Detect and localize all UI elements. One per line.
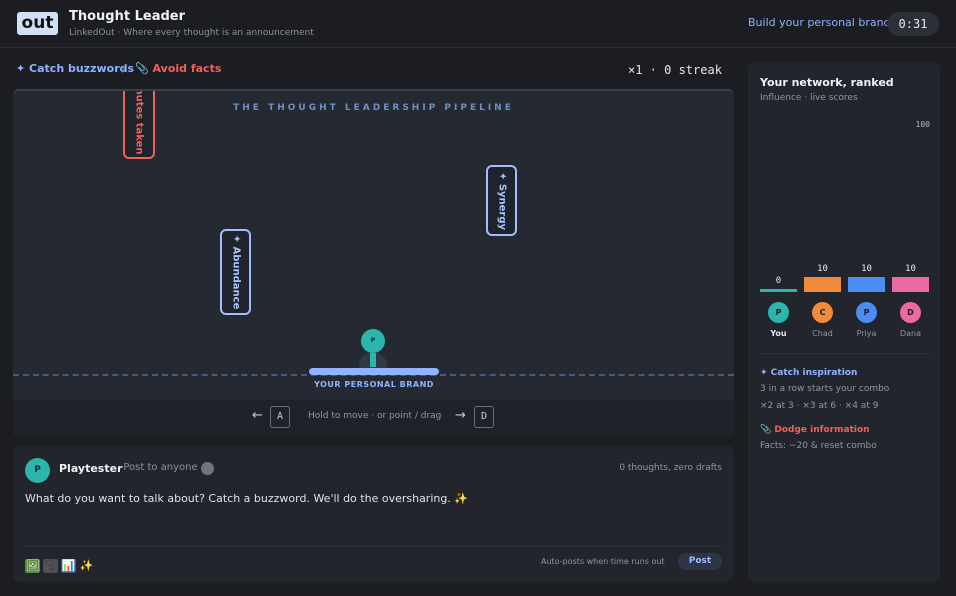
countdown-timer: 0:31: [887, 12, 939, 36]
app-title: Thought Leader: [69, 9, 186, 24]
score-bar-you: 0: [760, 252, 797, 292]
falling-fact-label: nutes taken: [133, 89, 145, 155]
score-bar-fill: [848, 277, 885, 292]
image-icon[interactable]: 🖼: [25, 559, 40, 573]
score-bar-fill: [892, 277, 929, 292]
player-priya: P Priya: [848, 302, 885, 338]
player-name: You: [770, 329, 787, 338]
leaderboard-title: Your network, ranked: [760, 76, 894, 89]
rule-combo-line: ×2 at 3 · ×3 at 6 · ×4 at 9: [760, 401, 879, 411]
score-bar-fill: [804, 277, 841, 292]
score-value: 0: [775, 276, 782, 286]
leaderboard-panel: Your network, ranked Influence · live sc…: [748, 62, 940, 582]
score-bar-dana: 10: [892, 252, 929, 292]
score-bar-fill: [760, 289, 797, 292]
player-avatar: C: [812, 302, 833, 323]
movement-controls: ← A Hold to move · or point / drag → D: [13, 400, 734, 436]
sparkle-icon[interactable]: ✨: [79, 559, 94, 573]
personal-brand-paddle[interactable]: [309, 368, 439, 375]
rule-dodge-title: 📎 Dodge information: [760, 425, 870, 435]
paddle-label: YOUR PERSONAL BRAND: [314, 380, 434, 389]
post-button[interactable]: Post: [678, 553, 722, 570]
player-name: Chad: [812, 329, 833, 338]
chart-icon[interactable]: 📊: [61, 559, 76, 573]
autopost-note: Auto-posts when time runs out: [541, 557, 665, 566]
goal-avoid-facts: 📎 Avoid facts: [135, 62, 222, 75]
player-avatar: D: [900, 302, 921, 323]
player-dana: D Dana: [892, 302, 929, 338]
falling-fact: nutes taken: [123, 89, 155, 159]
scale-max-label: 100: [915, 120, 930, 129]
rule-dodge-line: Facts: −20 & reset combo: [760, 441, 877, 451]
app-logo: out: [17, 12, 58, 35]
key-d-button[interactable]: D: [474, 406, 494, 428]
goal-separator: /: [122, 62, 126, 75]
composer-divider: [25, 546, 722, 547]
score-value: 10: [905, 264, 916, 274]
falling-buzzword-label: ✦ Abundance: [230, 234, 241, 310]
composer-tools: 🖼 🎥 📊 ✨: [25, 554, 97, 573]
pipeline-title: THE THOUGHT LEADERSHIP PIPELINE: [233, 103, 514, 113]
controls-hint: Hold to move · or point / drag: [308, 411, 442, 421]
player-you: P You: [760, 302, 797, 338]
streak-counter: ×1 · 0 streak: [628, 63, 722, 77]
player-list: P You C Chad P Priya D Dana: [760, 302, 932, 342]
right-arrow-icon: →: [455, 408, 466, 423]
key-a-button[interactable]: A: [270, 406, 290, 428]
app-subtitle: LinkedOut · Where every thought is an an…: [69, 28, 314, 38]
build-brand-link[interactable]: Build your personal brand: [748, 16, 891, 29]
poster-name: Playtester: [59, 462, 123, 475]
player-avatar[interactable]: P: [361, 329, 385, 353]
player-avatar: P: [768, 302, 789, 323]
player-name: Dana: [899, 329, 922, 338]
score-value: 10: [817, 264, 828, 274]
post-textarea[interactable]: What do you want to talk about? Catch a …: [25, 492, 468, 505]
falling-buzzword-abundance: ✦ Abundance: [220, 229, 251, 315]
player-chad: C Chad: [804, 302, 841, 338]
score-bar-priya: 10: [848, 252, 885, 292]
game-app: out Thought Leader LinkedOut · Where eve…: [0, 0, 956, 596]
falling-buzzword-label: ✦ Synergy: [496, 171, 507, 230]
avatar: P: [25, 458, 50, 483]
left-arrow-icon: ←: [252, 408, 263, 423]
rule-catch-title: ✦ Catch inspiration: [760, 368, 858, 378]
leaderboard-subtitle: Influence · live scores: [760, 93, 858, 103]
score-value: 10: [861, 264, 872, 274]
player-neck: [370, 353, 376, 367]
score-bar-chad: 10: [804, 252, 841, 292]
video-icon[interactable]: 🎥: [43, 559, 58, 573]
header: out Thought Leader LinkedOut · Where eve…: [0, 0, 956, 48]
audience-selector[interactable]: · Post to anyone: [117, 462, 198, 473]
globe-icon: [201, 462, 214, 475]
thought-count: 0 thoughts, zero drafts: [619, 463, 722, 473]
player-name: Priya: [856, 329, 877, 338]
game-canvas[interactable]: THE THOUGHT LEADERSHIP PIPELINE nutes ta…: [13, 89, 734, 400]
goal-catch-buzzwords: ✦ Catch buzzwords: [16, 62, 135, 75]
rule-catch-line: 3 in a row starts your combo: [760, 384, 890, 394]
post-composer: P Playtester · Post to anyone 0 thoughts…: [13, 446, 734, 582]
player-avatar: P: [856, 302, 877, 323]
score-bars: 0 10 10 10: [760, 252, 932, 292]
falling-buzzword-synergy: ✦ Synergy: [486, 165, 517, 236]
sidebar-divider: [760, 353, 930, 354]
